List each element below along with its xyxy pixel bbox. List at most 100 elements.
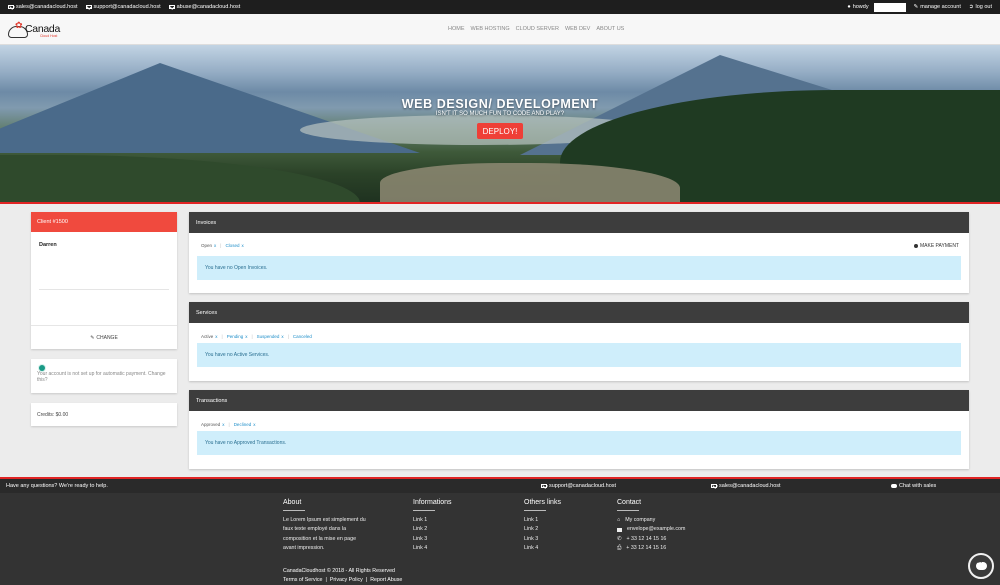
filter-declined[interactable]: Declined x: [234, 422, 256, 427]
close-icon: x: [241, 243, 244, 248]
client-name: Darren: [39, 242, 57, 248]
footer-info-link-3[interactable]: Link 3: [413, 535, 452, 544]
top-bar-account: ● howdy ✎ manage account ➲ log out: [847, 2, 992, 12]
services-panel: Services Active x | Pending x | Suspended x…: [189, 302, 969, 381]
close-icon: x: [214, 243, 217, 248]
chat-icon: [891, 483, 897, 489]
contact-fax: ⎙ + 33 12 14 15 16: [617, 544, 685, 553]
invoices-header: Invoices: [189, 212, 969, 233]
copyright: CanadaCloudhost © 2018 - All Rights Rese…: [283, 568, 395, 574]
close-icon: x: [222, 422, 225, 427]
auto-payment-card[interactable]: Your account is not set up for automatic…: [31, 359, 177, 393]
manage-account-link[interactable]: ✎ manage account: [914, 4, 961, 10]
sales-email-link[interactable]: sales@canadacloud.host: [8, 4, 78, 10]
transactions-filters: Approved x | Declined x: [201, 422, 256, 427]
credits-text: Credits: $0.00: [37, 411, 69, 418]
footer-other-link-1[interactable]: Link 1: [524, 516, 561, 525]
home-icon: ⌂: [617, 517, 621, 523]
deploy-button[interactable]: DEPLOY!: [477, 123, 523, 139]
envelope-icon: [541, 484, 547, 488]
footer-sales-link[interactable]: sales@canadacloud.host: [711, 483, 781, 489]
footer-other-link-2[interactable]: Link 2: [524, 525, 561, 534]
report-abuse-link[interactable]: Report Abuse: [370, 577, 402, 583]
support-email-link[interactable]: support@canadacloud.host: [85, 4, 161, 10]
close-icon: x: [253, 422, 256, 427]
invoices-filters: Open x | Closed x: [201, 243, 244, 248]
nav-item-cloud-server[interactable]: CLOUD SERVER: [516, 26, 559, 32]
footer-informations-title: Informations: [413, 499, 452, 506]
envelope-icon: [711, 484, 717, 488]
hero-divider: [0, 202, 1000, 204]
abuse-email-link[interactable]: abuse@canadacloud.host: [168, 4, 240, 10]
filter-active[interactable]: Active x: [201, 334, 218, 339]
maple-leaf-icon: ✿: [15, 20, 23, 30]
nav-item-home[interactable]: HOME: [448, 26, 465, 32]
auto-payment-text: Your account is not set up for automatic…: [37, 371, 166, 383]
nav-menu: HOME WEB HOSTING CLOUD SERVER WEB DEV AB…: [448, 26, 624, 32]
footer-legal-links: Terms of Service | Privacy Policy | Report…: [283, 577, 403, 583]
user-icon: ●: [847, 4, 851, 10]
main-nav: ✿ Canada Cloud Host HOME WEB HOSTING CLO…: [0, 14, 1000, 45]
hero-title: WEB DESIGN/ DEVELOPMENT: [401, 97, 599, 111]
invoices-panel: Invoices Open x | Closed x MAKE PAYMENT Yo…: [189, 212, 969, 293]
client-divider: [39, 289, 169, 290]
footer-support-link[interactable]: support@canadacloud.host: [541, 483, 616, 489]
payment-icon: [913, 243, 918, 249]
close-icon: x: [215, 334, 218, 339]
close-icon: x: [245, 334, 248, 339]
contact-email[interactable]: envelope@example.com: [617, 525, 685, 534]
pencil-icon: ✎: [90, 334, 95, 341]
footer-contact-title: Contact: [617, 499, 642, 506]
make-payment-button[interactable]: MAKE PAYMENT: [913, 243, 959, 249]
howdy-user[interactable]: ● howdy: [847, 2, 906, 12]
transactions-header: Transactions: [189, 390, 969, 411]
credits-card: Credits: $0.00: [31, 403, 177, 426]
footer-about-title: About: [283, 499, 302, 506]
services-header: Services: [189, 302, 969, 323]
footer-info-link-2[interactable]: Link 2: [413, 525, 452, 534]
envelope-icon: [168, 5, 175, 9]
filter-closed[interactable]: Closed x: [225, 243, 243, 248]
footer-contact-bar: Have any questions? We're ready to help.…: [0, 479, 1000, 493]
footer-other-link-3[interactable]: Link 3: [524, 535, 561, 544]
edit-icon: ✎: [913, 4, 919, 10]
footer-info-link-4[interactable]: Link 4: [413, 544, 452, 553]
privacy-policy-link[interactable]: Privacy Policy: [330, 577, 363, 583]
footer-contact: Contact ⌂ My company envelope@example.com…: [617, 499, 685, 553]
nav-item-web-hosting[interactable]: WEB HOSTING: [471, 26, 510, 32]
services-alert: You have no Active Services.: [197, 343, 961, 367]
filter-approved[interactable]: Approved x: [201, 422, 225, 427]
footer-others: Others links Link 1 Link 2 Link 3 Link 4: [524, 499, 561, 553]
username-box: [873, 2, 906, 12]
filter-suspended[interactable]: Suspended x: [257, 334, 284, 339]
contact-company: ⌂ My company: [617, 516, 685, 525]
hero-forest-left: [0, 155, 360, 202]
close-icon: x: [281, 334, 284, 339]
nav-item-web-dev[interactable]: WEB DEV: [565, 26, 590, 32]
client-header: Client #1500: [31, 212, 177, 232]
phone-icon: ✆: [617, 535, 622, 542]
nav-item-about-us[interactable]: ABOUT US: [596, 26, 624, 32]
logout-link[interactable]: ➲ log out: [969, 4, 992, 10]
footer-about: About Le Lorem Ipsum est simplement du f…: [283, 499, 366, 551]
client-card: Client #1500 Darren ✎ CHANGE: [31, 212, 177, 349]
transactions-alert: You have no Approved Transactions.: [197, 431, 961, 455]
chat-widget-button[interactable]: [968, 553, 994, 579]
filter-open[interactable]: Open x: [201, 243, 216, 248]
change-client-button[interactable]: ✎ CHANGE: [31, 325, 177, 349]
footer-informations: Informations Link 1 Link 2 Link 3 Link 4: [413, 499, 452, 553]
site-logo[interactable]: ✿ Canada Cloud Host: [8, 20, 70, 40]
footer-question: Have any questions? We're ready to help.: [6, 483, 108, 489]
filter-pending[interactable]: Pending x: [227, 334, 248, 339]
hero-banner: WEB DESIGN/ DEVELOPMENT ISN'T IT SO MUCH…: [0, 45, 1000, 202]
chat-bubble-icon: [975, 559, 987, 570]
footer-others-title: Others links: [524, 499, 561, 506]
top-bar: sales@canadacloud.host support@canadaclo…: [0, 0, 1000, 14]
envelope-icon: [85, 5, 92, 9]
terms-of-service-link[interactable]: Terms of Service: [283, 577, 322, 583]
chat-with-sales-link[interactable]: Chat with sales: [891, 483, 936, 489]
footer-other-link-4[interactable]: Link 4: [524, 544, 561, 553]
contact-phone[interactable]: ✆ + 33 12 14 15 16: [617, 535, 685, 544]
footer-info-link-1[interactable]: Link 1: [413, 516, 452, 525]
filter-canceled[interactable]: Canceled: [293, 334, 312, 339]
